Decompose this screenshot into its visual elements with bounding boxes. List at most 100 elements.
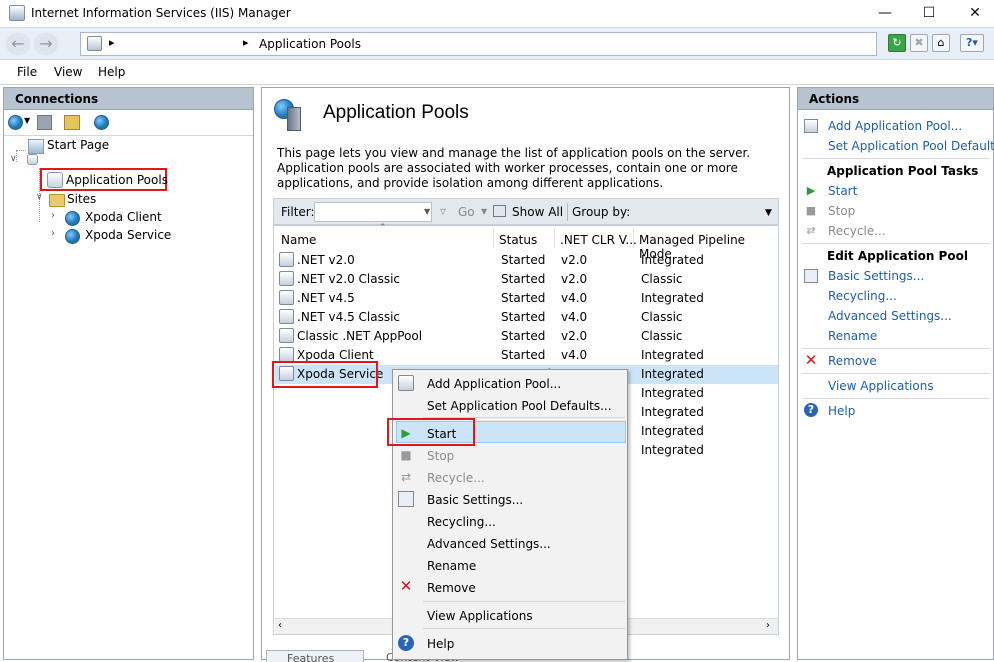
ctx-remove[interactable]: Remove (427, 581, 476, 595)
ctx-basic-settings[interactable]: Basic Settings... (427, 493, 523, 507)
expand-chevron-icon[interactable]: ∨ (10, 154, 17, 164)
ctx-start[interactable]: Start (427, 427, 456, 441)
action-advanced-settings[interactable]: Advanced Settings... (828, 309, 952, 323)
address-separator-2[interactable]: ▸ (243, 36, 249, 49)
action-add-pool[interactable]: Add Application Pool... (828, 119, 962, 133)
refresh-icon[interactable]: ↻ (888, 34, 906, 52)
add-pool-icon (804, 119, 818, 133)
column-header-status[interactable]: Status (499, 233, 537, 247)
go-dropdown-icon[interactable]: ▼ (481, 207, 487, 216)
action-basic-settings[interactable]: Basic Settings... (828, 269, 924, 283)
filter-input[interactable] (314, 202, 432, 222)
back-button[interactable]: ← (6, 33, 30, 55)
tree-item-sites[interactable]: Sites (67, 192, 96, 206)
show-all-button[interactable]: Show All (512, 205, 563, 219)
ctx-set-defaults[interactable]: Set Application Pool Defaults... (427, 399, 612, 413)
list-header: ⌃ Name Status .NET CLR V... Managed Pipe… (274, 223, 778, 261)
maximize-icon[interactable]: ☐ (919, 4, 939, 22)
expand-chevron-icon[interactable]: ∨ (36, 192, 43, 202)
connections-header: Connections (4, 88, 253, 110)
ctx-add-pool[interactable]: Add Application Pool... (427, 377, 561, 391)
column-separator (493, 228, 494, 248)
divider (802, 348, 990, 349)
tab-features-view[interactable]: Features View (266, 650, 364, 662)
table-row[interactable]: Classic .NET AppPool Started v2.0 Classic (275, 327, 778, 346)
cell-mode: Integrated (641, 291, 704, 305)
cell-name: .NET v4.5 (297, 291, 355, 305)
close-icon[interactable]: ✕ (965, 4, 985, 22)
cell-status: Started (501, 253, 546, 267)
connect-globe-icon[interactable] (8, 115, 23, 130)
ctx-advanced-settings[interactable]: Advanced Settings... (427, 537, 551, 551)
action-remove[interactable]: Remove (828, 354, 877, 368)
tree-item-application-pools[interactable]: Application Pools (40, 168, 168, 191)
menu-view[interactable]: View (54, 65, 82, 79)
save-icon[interactable] (37, 115, 52, 130)
filter-dropdown-icon[interactable]: ▼ (424, 207, 430, 216)
cell-mode: Integrated (641, 367, 704, 381)
action-rename[interactable]: Rename (828, 329, 877, 343)
table-row[interactable]: .NET v2.0 Classic Started v2.0 Classic (275, 270, 778, 289)
site-globe-icon (65, 229, 80, 244)
app-pool-icon (279, 328, 294, 343)
tree-item-xpoda-service[interactable]: Xpoda Service (85, 228, 171, 242)
cell-name: .NET v4.5 Classic (297, 310, 401, 324)
table-row[interactable]: .NET v4.5 Classic Started v4.0 Classic (275, 308, 778, 327)
scroll-right-icon[interactable]: › (766, 620, 770, 631)
address-box[interactable]: ▸ ▸ Application Pools (80, 32, 877, 56)
app-pool-icon (279, 290, 294, 305)
minimize-icon[interactable]: — (875, 4, 895, 22)
ctx-rename[interactable]: Rename (427, 559, 476, 573)
cell-status: Started (501, 272, 546, 286)
menu-help[interactable]: Help (98, 65, 125, 79)
action-help[interactable]: Help (828, 404, 855, 418)
menu-file[interactable]: File (17, 65, 37, 79)
page-title: Application Pools (323, 102, 469, 123)
forward-button[interactable]: → (34, 33, 58, 55)
ctx-view-applications[interactable]: View Applications (427, 609, 533, 623)
column-header-name[interactable]: Name (281, 233, 316, 247)
action-recycle[interactable]: Recycle... (828, 224, 886, 238)
ctx-recycle[interactable]: Recycle... (427, 471, 485, 485)
action-set-defaults[interactable]: Set Application Pool Defaults... (828, 139, 994, 153)
column-header-clr[interactable]: .NET CLR V... (560, 233, 637, 247)
home-icon[interactable]: ⌂ (932, 34, 950, 52)
tree-line (16, 150, 26, 151)
filter-bar: Filter: ▼ ▿ Go ▼ Show All Group by: ▼ (273, 198, 779, 225)
collapse-chevron-icon[interactable]: › (51, 210, 55, 221)
cell-mode: Integrated (641, 443, 704, 457)
table-row[interactable]: .NET v2.0 Started v2.0 Integrated (275, 251, 778, 270)
ctx-recycling[interactable]: Recycling... (427, 515, 496, 529)
ctx-stop[interactable]: Stop (427, 449, 454, 463)
address-bar: ← → ▸ ▸ Application Pools ↻ ✖ ⌂ ?▾ (0, 27, 994, 60)
tree-item-start-page[interactable]: Start Page (47, 138, 109, 152)
address-separator[interactable]: ▸ (109, 36, 115, 49)
recycle-icon: ⇄ (806, 224, 816, 237)
iis-app-icon (9, 5, 25, 21)
start-icon: ▶ (806, 184, 816, 197)
cell-mode: Classic (641, 310, 683, 324)
scroll-left-icon[interactable]: ‹ (278, 620, 282, 631)
actions-header: Actions (798, 88, 993, 110)
site-globe-icon (65, 211, 80, 226)
disconnect-icon[interactable] (94, 115, 109, 130)
action-start[interactable]: Start (828, 184, 857, 198)
breadcrumb[interactable]: Application Pools (259, 37, 361, 51)
collapse-chevron-icon[interactable]: › (51, 228, 55, 239)
basic-settings-icon (398, 491, 414, 507)
dropdown-arrow-icon[interactable]: ▼ (24, 116, 30, 125)
tree-item-xpoda-client[interactable]: Xpoda Client (85, 210, 162, 224)
help-icon[interactable]: ?▾ (960, 34, 984, 52)
group-by-label[interactable]: Group by: (572, 205, 630, 219)
stop-icon[interactable]: ✖ (910, 34, 928, 52)
ctx-help[interactable]: Help (427, 637, 454, 651)
up-folder-icon[interactable] (64, 115, 80, 130)
server-node-icon[interactable] (27, 154, 38, 165)
action-view-applications[interactable]: View Applications (828, 379, 934, 393)
overflow-chevron-icon[interactable]: ▼ (765, 208, 772, 218)
go-button[interactable]: Go (458, 205, 475, 219)
action-recycling[interactable]: Recycling... (828, 289, 897, 303)
cell-status: Started (501, 291, 546, 305)
table-row[interactable]: .NET v4.5 Started v4.0 Integrated (275, 289, 778, 308)
action-stop[interactable]: Stop (828, 204, 855, 218)
